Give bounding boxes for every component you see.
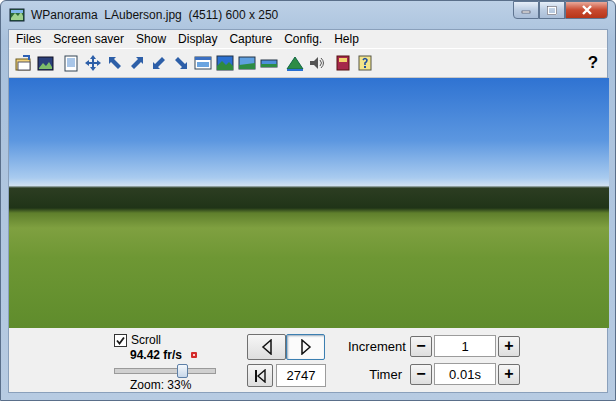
stepper-group: Increment−1+ Timer−0.01s+ <box>348 335 520 385</box>
toolbar-button[interactable] <box>170 52 192 74</box>
forward-button[interactable] <box>286 334 325 360</box>
close-icon <box>581 5 593 15</box>
menu-item[interactable]: Help <box>329 31 366 48</box>
toolbar-button[interactable] <box>148 52 170 74</box>
help-page-icon <box>356 54 374 72</box>
increment-button[interactable]: + <box>498 336 520 357</box>
scroll-group: Scroll94.42 fr/s Zoom: 33% <box>114 333 224 392</box>
toolbar-button[interactable] <box>306 52 328 74</box>
indicator-icon <box>190 351 198 359</box>
scroll-label[interactable]: Scroll <box>131 333 161 347</box>
client-area: FilesScreen saverShowDisplayCaptureConfi… <box>8 29 608 393</box>
right-arrow-icon <box>300 339 312 355</box>
window-icon <box>194 54 212 72</box>
toolbar: ? <box>9 48 607 78</box>
app-window: WPanorama LAuberson.jpg (4511) 600 x 250… <box>0 0 616 401</box>
page-icon <box>62 54 80 72</box>
toolbar-button[interactable] <box>354 52 376 74</box>
navigation-group: 2747 <box>247 334 326 387</box>
increment-button[interactable]: + <box>498 364 520 385</box>
move-icon <box>84 54 102 72</box>
first-frame-icon <box>254 369 266 383</box>
stepper-label: Increment <box>348 339 408 354</box>
strip-icon <box>260 54 278 72</box>
mountain-icon <box>286 54 304 72</box>
app-icon <box>9 7 25 23</box>
toolbar-button[interactable] <box>192 52 214 74</box>
maximize-button[interactable] <box>539 1 565 19</box>
toolbar-button[interactable] <box>60 52 82 74</box>
decrement-button[interactable]: − <box>410 336 432 357</box>
menu-item[interactable]: Files <box>11 31 48 48</box>
minimize-button[interactable] <box>513 1 539 19</box>
toolbar-button[interactable] <box>82 52 104 74</box>
scroll-checkbox[interactable] <box>114 334 127 347</box>
speaker-icon <box>308 54 326 72</box>
menu-bar: FilesScreen saverShowDisplayCaptureConfi… <box>9 30 607 48</box>
frame-rate: 94.42 fr/s <box>114 348 198 362</box>
toolbar-button[interactable] <box>332 52 354 74</box>
first-frame-button[interactable] <box>247 364 273 387</box>
menu-item[interactable]: Display <box>173 31 224 48</box>
toolbar-button[interactable] <box>284 52 306 74</box>
arrow-nw-icon <box>106 54 124 72</box>
window-buttons <box>513 1 608 19</box>
maximize-icon <box>547 6 557 15</box>
menu-item[interactable]: Show <box>131 31 173 48</box>
panorama-image <box>9 78 609 328</box>
decrement-button[interactable]: − <box>410 364 432 385</box>
toolbar-button[interactable] <box>126 52 148 74</box>
toolbar-button[interactable] <box>214 52 236 74</box>
scroll-option[interactable]: Scroll <box>114 333 161 347</box>
landscape-wide-icon <box>238 54 256 72</box>
frame-counter: 2747 <box>276 364 326 387</box>
window-title: WPanorama LAuberson.jpg (4511) 600 x 250 <box>31 8 507 22</box>
menu-item[interactable]: Screen saver <box>48 31 131 48</box>
minimize-icon <box>521 6 531 14</box>
toolbar-button[interactable] <box>236 52 258 74</box>
zoom-label: Zoom: 33% <box>114 378 191 392</box>
toolbar-button[interactable] <box>258 52 280 74</box>
toolbar-button[interactable] <box>34 52 56 74</box>
book-icon <box>334 54 352 72</box>
open-file-icon <box>14 54 32 72</box>
stepper-label: Timer <box>348 367 408 382</box>
back-button[interactable] <box>247 334 286 360</box>
landscape-icon <box>216 54 234 72</box>
title-bar: WPanorama LAuberson.jpg (4511) 600 x 250 <box>8 1 608 29</box>
stepper-value[interactable]: 1 <box>434 335 496 357</box>
menu-item[interactable]: Config. <box>279 31 329 48</box>
help-button[interactable]: ? <box>582 52 604 74</box>
menu-item[interactable]: Capture <box>224 31 279 48</box>
image-icon <box>36 54 54 72</box>
zoom-slider[interactable] <box>114 368 216 374</box>
zoom-slider-thumb[interactable] <box>177 364 188 378</box>
frame-rate-text: 94.42 fr/s <box>130 348 182 362</box>
close-button[interactable] <box>565 1 608 19</box>
arrow-ne-icon <box>128 54 146 72</box>
left-arrow-icon <box>261 339 273 355</box>
check-icon <box>116 336 125 345</box>
arrow-se-icon <box>172 54 190 72</box>
toolbar-button[interactable] <box>104 52 126 74</box>
arrow-sw-icon <box>150 54 168 72</box>
control-panel: Scroll94.42 fr/s Zoom: 33% 2747 Increment−1… <box>9 328 607 392</box>
stepper-value[interactable]: 0.01s <box>434 363 496 385</box>
toolbar-button[interactable] <box>12 52 34 74</box>
